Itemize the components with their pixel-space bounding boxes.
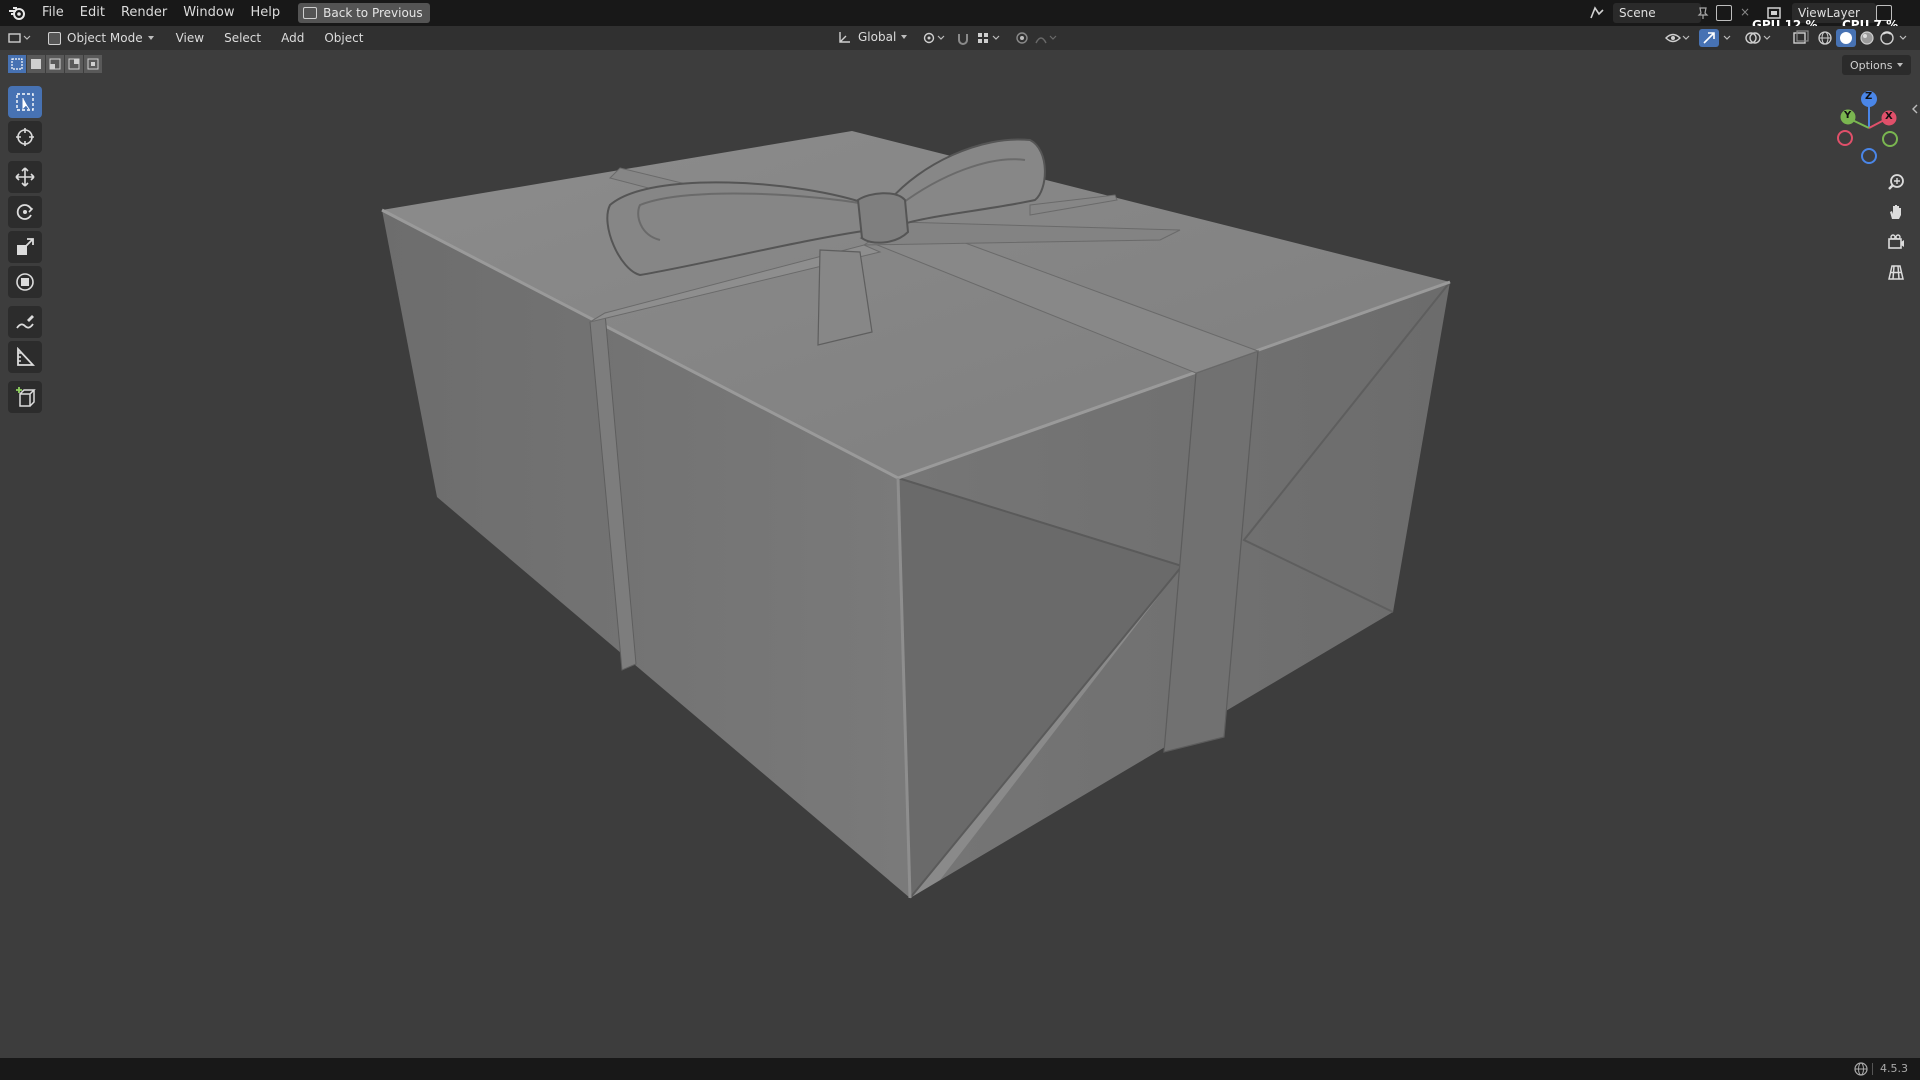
- viewport-options-dropdown[interactable]: Options: [1842, 55, 1912, 75]
- select-mode-intersect-icon[interactable]: [84, 55, 102, 73]
- xray-icon[interactable]: [1792, 30, 1810, 46]
- menu-edit[interactable]: Edit: [72, 0, 113, 26]
- 3d-viewport[interactable]: [0, 50, 1920, 1058]
- options-label: Options: [1850, 58, 1893, 72]
- select-mode-extend-icon[interactable]: [27, 55, 45, 73]
- pan-view-button[interactable]: [1881, 198, 1911, 226]
- proportional-editing-icon[interactable]: [1014, 31, 1030, 45]
- transform-tool[interactable]: [8, 266, 42, 298]
- gift-box-model[interactable]: [0, 50, 1920, 1058]
- scene-type-icon[interactable]: [1585, 4, 1609, 22]
- shading-rendered-icon[interactable]: [1878, 30, 1896, 46]
- camera-view-button[interactable]: [1881, 228, 1911, 256]
- back-icon: [303, 7, 318, 19]
- add-cube-icon: [16, 387, 36, 407]
- transform-orientation-label: Global: [858, 30, 897, 44]
- header-menu-add[interactable]: Add: [271, 31, 314, 45]
- select-box-tool[interactable]: [8, 86, 42, 118]
- shading-dropdown-icon[interactable]: [1898, 31, 1910, 45]
- snap-target-icon[interactable]: [976, 31, 1004, 45]
- chevron-down-icon: [901, 35, 908, 39]
- object-mode-icon: [48, 31, 61, 45]
- status-divider: [1872, 1063, 1873, 1075]
- pin-icon[interactable]: [1696, 6, 1710, 20]
- blender-logo-icon[interactable]: [0, 0, 34, 26]
- transform-icon: [16, 273, 34, 291]
- gizmo-x-label: X: [1885, 111, 1893, 122]
- perspective-toggle-button[interactable]: [1881, 258, 1911, 286]
- gizmo-toggle-icon[interactable]: [1699, 29, 1719, 47]
- zoom-icon: [1888, 174, 1904, 190]
- scene-selector[interactable]: Scene: [1613, 3, 1701, 23]
- status-bar: 4.5.3: [0, 1058, 1920, 1080]
- falloff-icon[interactable]: [1034, 31, 1060, 45]
- measure-tool[interactable]: [8, 341, 42, 373]
- chevron-down-icon: [147, 36, 154, 40]
- object-mode-dropdown[interactable]: Object Mode: [40, 31, 160, 45]
- move-tool[interactable]: [8, 161, 42, 193]
- menu-file[interactable]: File: [34, 0, 72, 26]
- scale-tool[interactable]: [8, 231, 42, 263]
- network-icon: [1854, 1062, 1868, 1076]
- select-mode-buttons: [8, 55, 103, 73]
- pivot-point-icon[interactable]: [922, 31, 948, 45]
- version-label: 4.5.3: [1880, 1062, 1908, 1075]
- sidebar-toggle-icon[interactable]: [1910, 102, 1920, 116]
- new-scene-icon[interactable]: [1716, 5, 1732, 21]
- menu-help[interactable]: Help: [243, 0, 289, 26]
- delete-scene-icon[interactable]: ×: [1740, 5, 1752, 21]
- measure-icon: [17, 347, 35, 366]
- editor-type-icon[interactable]: [0, 31, 40, 45]
- zoom-view-button[interactable]: [1881, 168, 1911, 196]
- select-mode-new-icon[interactable]: [8, 55, 26, 73]
- snap-toggle-icon[interactable]: [956, 31, 972, 45]
- rotate-icon: [16, 204, 34, 220]
- cursor-icon: [16, 128, 34, 146]
- shading-wireframe-icon[interactable]: [1816, 30, 1834, 46]
- transform-orientation-dropdown[interactable]: Global: [838, 30, 908, 44]
- menu-window[interactable]: Window: [175, 0, 242, 26]
- shading-solid-icon[interactable]: [1836, 29, 1856, 47]
- header-menu-view[interactable]: View: [166, 31, 214, 45]
- select-mode-subtract-icon[interactable]: [46, 55, 64, 73]
- orientation-icon: [839, 32, 850, 43]
- annotate-icon: [16, 315, 34, 329]
- scene-name: Scene: [1619, 6, 1656, 20]
- overlays-icon[interactable]: [1744, 30, 1774, 46]
- camera-icon: [1888, 234, 1904, 249]
- grid-icon: [1888, 265, 1904, 280]
- header-menu-object[interactable]: Object: [314, 31, 373, 45]
- menu-render[interactable]: Render: [113, 0, 175, 26]
- viewport-header: Object Mode View Select Add Object Globa…: [0, 26, 1920, 50]
- select-mode-invert-icon[interactable]: [65, 55, 83, 73]
- select-box-icon: [16, 93, 34, 111]
- shading-material-icon[interactable]: [1858, 30, 1876, 46]
- tool-shelf: [8, 86, 46, 416]
- navigation-gizmo[interactable]: Z X Y: [1830, 88, 1910, 168]
- gizmo-z-label: Z: [1865, 91, 1873, 102]
- back-to-previous-label: Back to Previous: [323, 6, 423, 20]
- chevron-down-icon: [1897, 63, 1904, 67]
- cursor-tool[interactable]: [8, 121, 42, 153]
- move-icon: [15, 167, 35, 187]
- visibility-icon[interactable]: [1664, 31, 1692, 45]
- object-mode-label: Object Mode: [67, 31, 143, 45]
- gizmo-dropdown-icon[interactable]: [1722, 31, 1734, 45]
- scale-icon: [17, 238, 34, 255]
- back-to-previous-button[interactable]: Back to Previous: [298, 3, 430, 23]
- hand-icon: [1890, 205, 1901, 219]
- add-cube-tool[interactable]: [8, 381, 42, 413]
- header-menu-select[interactable]: Select: [214, 31, 271, 45]
- rotate-tool[interactable]: [8, 196, 42, 228]
- gizmo-y-label: Y: [1844, 110, 1852, 121]
- annotate-tool[interactable]: [8, 306, 42, 338]
